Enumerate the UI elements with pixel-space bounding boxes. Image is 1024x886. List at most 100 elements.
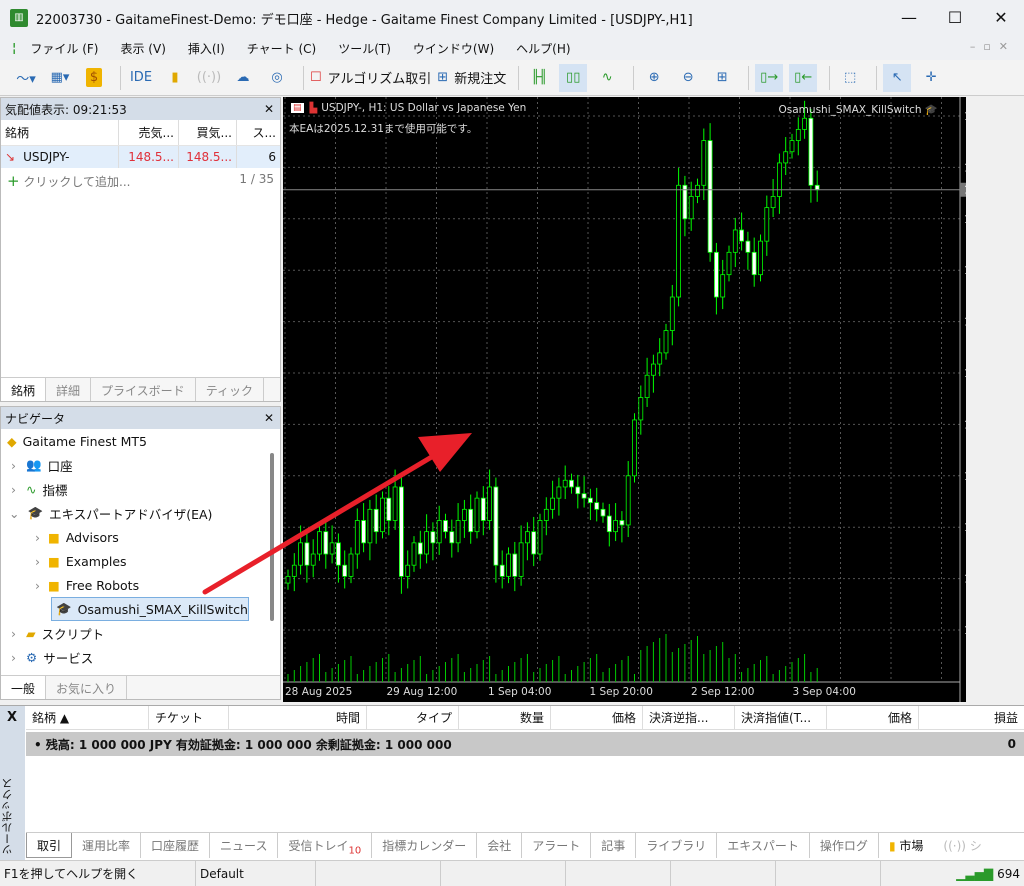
col-price[interactable]: 価格 (551, 706, 643, 729)
menu-help[interactable]: ヘルプ(H) (516, 40, 570, 57)
col-tp[interactable]: 決済指値(T... (735, 706, 827, 729)
cloud-icon[interactable]: ☁ (229, 64, 257, 92)
menu-tools[interactable]: ツール(T) (338, 40, 391, 57)
tab-mailbox[interactable]: 受信トレイ10 (278, 833, 373, 858)
candle-body (291, 564, 297, 577)
tab-alerts[interactable]: アラート (522, 833, 592, 858)
candle-body (701, 140, 707, 186)
col-symbol[interactable]: 銘柄 ▲ (26, 706, 149, 729)
candle-body (474, 497, 480, 533)
nav-root[interactable]: ◆ Gaitame Finest MT5 (1, 429, 280, 453)
col-sl[interactable]: 決済逆指... (643, 706, 735, 729)
crosshair-icon[interactable]: ✛ (917, 64, 945, 92)
mdi-controls[interactable]: –▫✕ (970, 40, 1016, 53)
vps-icon[interactable]: ◎ (263, 64, 291, 92)
screenshot-icon[interactable]: ⬚ (836, 64, 864, 92)
close-icon[interactable]: X (7, 710, 17, 725)
market-bag-icon[interactable]: ▮ (161, 64, 189, 92)
folder-icon: ■ (48, 577, 60, 593)
nav-ea-killswitch[interactable]: 🎓 Osamushi_SMAX_KillSwitch (51, 597, 249, 621)
col-bid[interactable]: 売気... (119, 120, 179, 145)
add-symbol-row[interactable]: + クリックして追加... 1 / 35 (1, 168, 280, 192)
candlestick-icon[interactable]: ▯▯ (559, 63, 588, 92)
candle-body (405, 564, 411, 577)
ea-name-label[interactable]: Osamushi_SMAX_KillSwitch 🎓 (779, 103, 938, 116)
symbol-row[interactable]: ↘ USDJPY- 148.5... 148.5... 6 (1, 146, 280, 168)
minimize-button[interactable]: — (886, 0, 932, 36)
candle-body (613, 520, 619, 533)
tab-experts[interactable]: エキスパート (717, 833, 810, 858)
tab-trade[interactable]: 取引 (26, 833, 73, 858)
col-ask[interactable]: 買気... (179, 120, 237, 145)
tab-details[interactable]: 詳細 (46, 378, 92, 401)
nav-examples[interactable]: › ■ Examples (1, 549, 280, 573)
candle-body (814, 184, 820, 191)
chart-type-icon[interactable]: 〜▾ (12, 64, 40, 92)
menu-insert[interactable]: 挿入(I) (188, 40, 225, 57)
tab-symbols[interactable]: 銘柄 (1, 378, 47, 401)
candle-body (808, 117, 814, 186)
nav-experts[interactable]: ⌄ 🎓 エキスパートアドバイザ(EA) (1, 501, 280, 525)
nav-accounts[interactable]: › 👥 口座 (1, 453, 280, 477)
nav-services[interactable]: › ⚙ サービス (1, 645, 280, 669)
tab-signals[interactable]: ((·)) シ (933, 833, 991, 858)
autoscroll-icon[interactable]: ▯→ (755, 63, 784, 92)
close-icon[interactable]: ✕ (264, 102, 274, 116)
tab-exposure[interactable]: 運用比率 (72, 833, 142, 858)
candle-body (758, 240, 763, 276)
menu-file[interactable]: ファイル (F) (30, 40, 98, 57)
nav-free-robots[interactable]: › ■ Free Robots (1, 573, 280, 597)
candle-body (499, 564, 505, 577)
price-chart[interactable]: 148.910 148.680 148.450 148.220 147.990 147.7… (283, 97, 966, 702)
ide-button[interactable]: IDE (127, 64, 155, 92)
tab-ticks[interactable]: ティック (196, 378, 264, 401)
col-type[interactable]: タイプ (367, 706, 459, 729)
tab-favorites[interactable]: お気に入り (46, 676, 128, 699)
col-time[interactable]: 時間 (229, 706, 367, 729)
zoom-in-icon[interactable]: ⊕ (640, 64, 668, 92)
tab-history[interactable]: 口座履歴 (141, 833, 211, 858)
tile-windows-icon[interactable]: ⊞ (708, 64, 736, 92)
col-spread[interactable]: ス... (237, 120, 280, 145)
connection-status[interactable]: ▁▃▅▇ 694 (881, 861, 1024, 886)
tab-news[interactable]: ニュース (210, 833, 279, 858)
col-current-price[interactable]: 価格 (827, 706, 919, 729)
candle-body (569, 479, 574, 488)
scrollbar[interactable] (270, 453, 274, 621)
chart-shift-icon[interactable]: ▯← (789, 63, 818, 92)
menu-window[interactable]: ウインドウ(W) (413, 40, 494, 57)
candle-body (707, 140, 713, 253)
menu-chart[interactable]: チャート (C) (247, 40, 316, 57)
close-button[interactable]: ✕ (978, 0, 1024, 36)
tab-journal[interactable]: 操作ログ (810, 833, 879, 858)
tab-company[interactable]: 会社 (477, 833, 523, 858)
new-order-button[interactable]: ⊞ 新規注文 (437, 64, 506, 92)
bar-chart-icon[interactable]: ╟╢ (525, 64, 553, 92)
dollar-icon[interactable]: $ (80, 64, 108, 92)
tab-priceboard[interactable]: プライスボード (91, 378, 196, 401)
col-symbol[interactable]: 銘柄 (1, 120, 119, 145)
menu-view[interactable]: 表示 (V) (120, 40, 165, 57)
tab-articles[interactable]: 記事 (591, 833, 637, 858)
tab-library[interactable]: ライブラリ (636, 833, 718, 858)
cursor-icon[interactable]: ↖ (883, 63, 912, 92)
signals-icon[interactable]: ((·)) (195, 64, 223, 92)
nav-scripts[interactable]: › ▰ スクリプト (1, 621, 280, 645)
nav-advisors[interactable]: › ■ Advisors (1, 525, 280, 549)
zoom-out-icon[interactable]: ⊖ (674, 64, 702, 92)
line-chart-icon[interactable]: ∿ (593, 64, 621, 92)
tab-calendar[interactable]: 指標カレンダー (372, 833, 478, 858)
col-volume[interactable]: 数量 (459, 706, 551, 729)
price-label: 148.680 (964, 162, 966, 174)
maximize-button[interactable]: ☐ (932, 0, 978, 36)
nav-indicators[interactable]: › ∿ 指標 (1, 477, 280, 501)
col-ticket[interactable]: チケット (149, 706, 229, 729)
close-icon[interactable]: ✕ (264, 411, 274, 425)
tab-market[interactable]: ▮ 市場 (879, 833, 933, 858)
depth-icon[interactable]: ▙ (310, 103, 318, 114)
trade-panel-icon[interactable]: ▤ (291, 103, 304, 113)
tab-general[interactable]: 一般 (1, 676, 47, 699)
indicators-icon[interactable]: ▦▾ (46, 64, 74, 92)
col-profit[interactable]: 損益 (919, 706, 1024, 729)
algo-trading-button[interactable]: ☐ アルゴリズム取引 (310, 64, 431, 92)
